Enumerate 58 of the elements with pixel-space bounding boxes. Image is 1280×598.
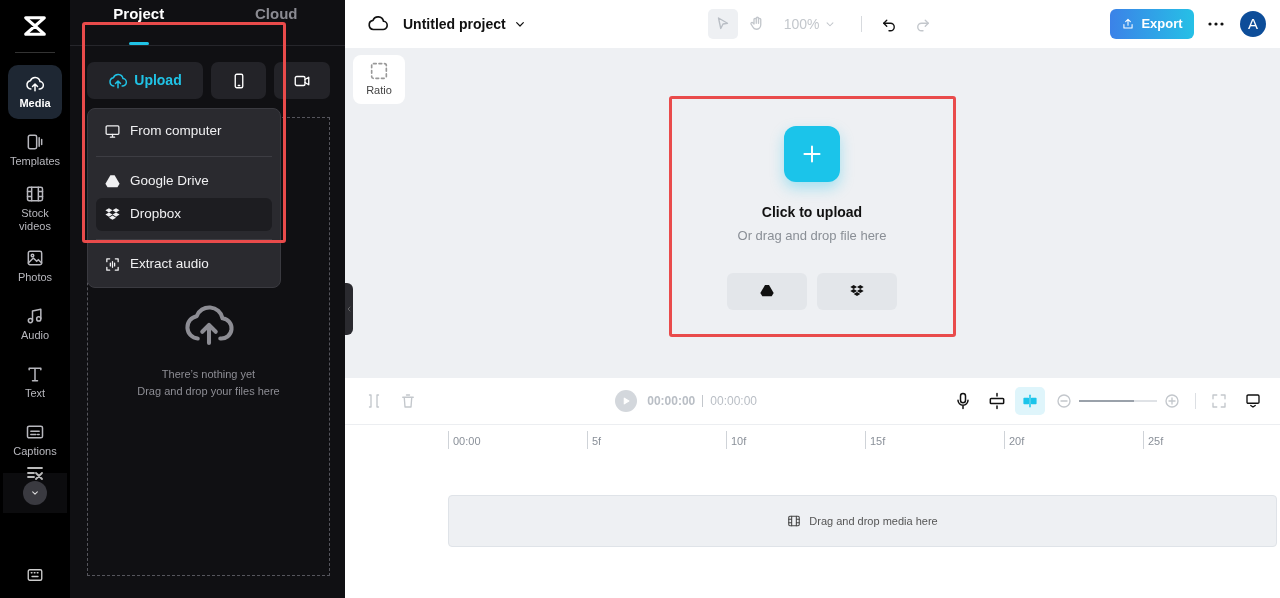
sidebar-item[interactable]: Photos <box>8 239 62 293</box>
dropbox-icon <box>104 206 121 223</box>
zoom-out-icon <box>1055 392 1073 410</box>
audio-extract-icon <box>104 256 121 273</box>
ruler-label: 20f <box>1004 431 1025 449</box>
snap-icon <box>987 391 1007 411</box>
film-icon <box>787 514 802 528</box>
empty-state-title: There’s nothing yet <box>161 367 256 382</box>
current-time: 00:00:00 <box>647 393 696 410</box>
avatar-button[interactable]: A <box>1240 11 1266 37</box>
keyboard-button[interactable] <box>26 566 44 584</box>
upload-hint: Or drag and drop file here <box>737 227 887 245</box>
panel-tab[interactable]: Project <box>70 0 208 45</box>
media-track[interactable]: Drag and drop media here <box>448 495 1277 547</box>
sidebar-item[interactable]: Media <box>8 65 62 119</box>
collapse-handle[interactable] <box>345 283 353 335</box>
sidebar-item[interactable]: Text <box>8 355 62 409</box>
ruler-label: 10f <box>726 431 747 449</box>
keyboard-icon <box>26 566 44 584</box>
dropbox-button[interactable] <box>817 272 897 310</box>
sidebar-item[interactable]: Templates <box>8 123 62 177</box>
upload-title: Click to upload <box>761 203 863 222</box>
phone-button[interactable] <box>211 62 266 99</box>
drive-icon <box>104 173 121 190</box>
ruler-label: 25f <box>1143 431 1164 449</box>
sidebar-item[interactable]: Captions <box>8 413 62 467</box>
drive-icon <box>759 283 775 299</box>
panel-tab[interactable]: Cloud <box>207 0 345 45</box>
monitor-icon <box>104 123 121 140</box>
ratio-button[interactable]: Ratio <box>353 55 405 104</box>
expand-button[interactable] <box>23 481 47 505</box>
ruler-label: 5f <box>587 431 602 449</box>
menu-item[interactable]: Dropbox <box>96 198 272 231</box>
camera-button[interactable] <box>274 62 330 99</box>
ruler-label: 00:00 <box>448 431 481 449</box>
drive-button[interactable] <box>727 272 807 310</box>
snap-button[interactable] <box>987 391 1007 411</box>
preview-button[interactable] <box>1244 392 1262 410</box>
total-time: 00:00:00 <box>710 393 757 410</box>
empty-state-hint: Drag and drop your files here <box>137 383 280 399</box>
upload-button[interactable]: Upload <box>87 62 203 99</box>
menu-item[interactable]: From computer <box>96 115 272 148</box>
menu-item[interactable]: Extract audio <box>96 248 272 281</box>
track-hint: Drag and drop media here <box>809 513 938 529</box>
project-name-button[interactable]: Untitled project <box>403 13 528 35</box>
trash-icon <box>399 392 417 410</box>
ruler-label: 15f <box>865 431 886 449</box>
sidebar-item[interactable]: Stock videos <box>8 181 62 235</box>
dropbox-icon <box>849 283 865 299</box>
transcript-icon <box>27 467 43 480</box>
more-icon <box>1208 22 1224 26</box>
fullscreen-icon <box>1210 392 1228 410</box>
menu-item[interactable]: Google Drive <box>96 165 272 198</box>
sidebar-item[interactable]: Audio <box>8 297 62 351</box>
more-button[interactable] <box>1208 22 1224 26</box>
share-icon <box>1121 17 1136 31</box>
monitor-icon <box>1244 392 1262 410</box>
zoom-in-icon <box>1163 392 1181 410</box>
